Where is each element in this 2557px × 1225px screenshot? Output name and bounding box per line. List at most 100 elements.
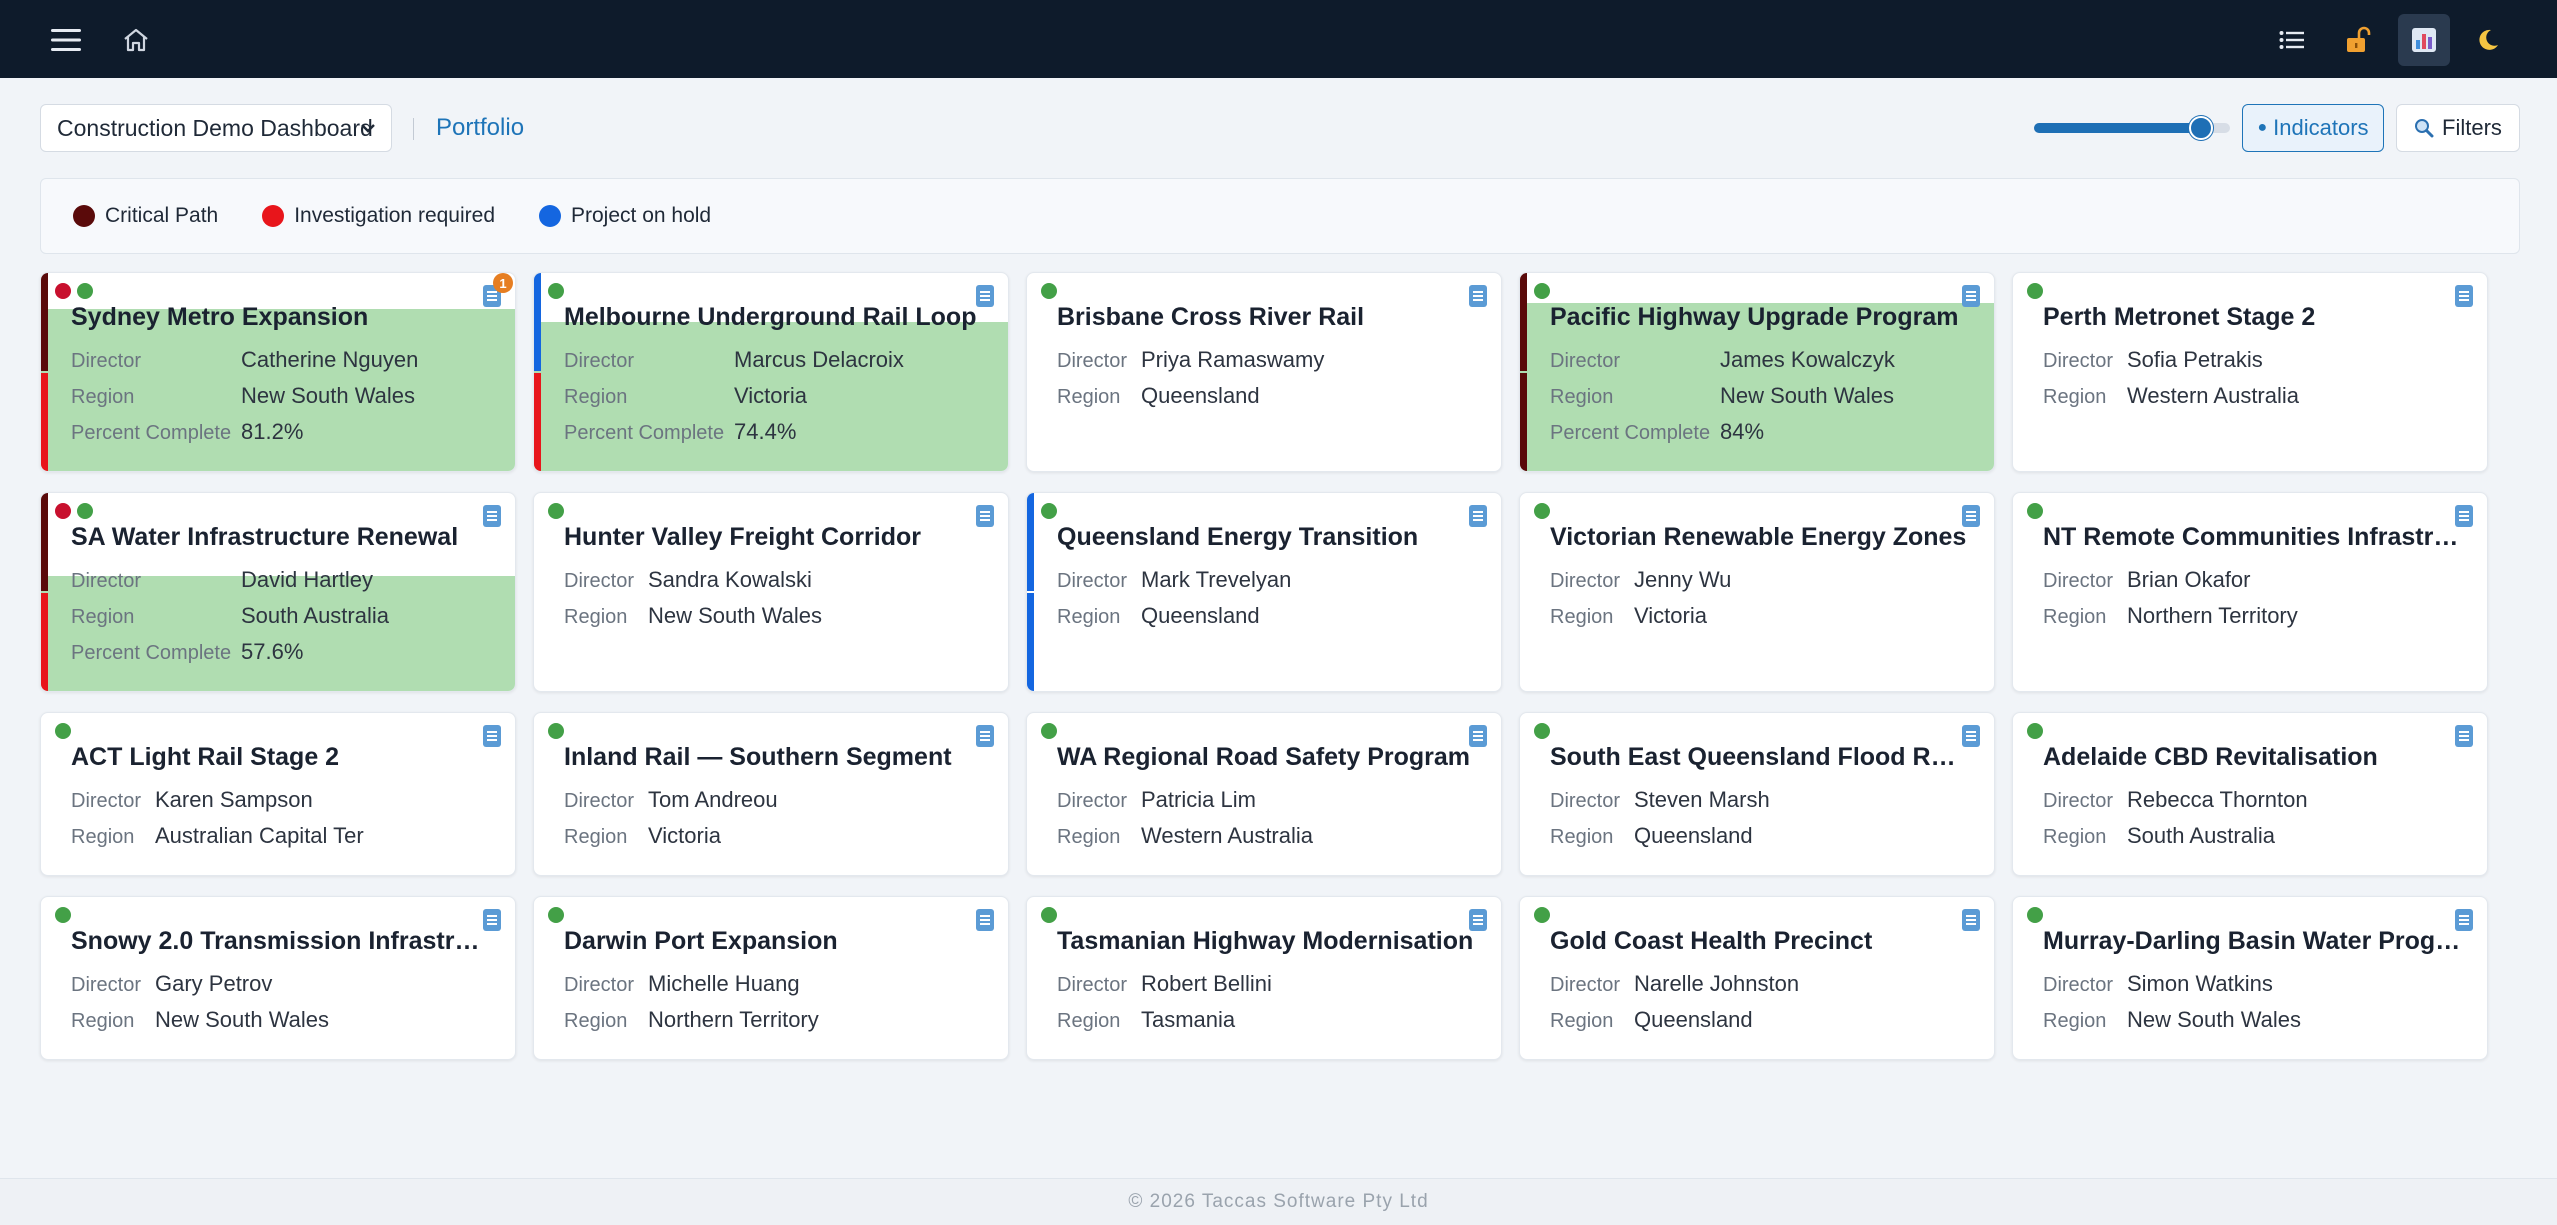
field-value: New South Wales: [2127, 1007, 2302, 1032]
project-card[interactable]: ACT Light Rail Stage 2 Director Karen Samp…: [40, 712, 516, 876]
filters-button[interactable]: Filters: [2396, 104, 2520, 152]
field-value: Catherine Nguyen: [241, 347, 419, 372]
project-title[interactable]: Sydney Metro Expansion: [71, 303, 489, 332]
field-row-director: Director Rebecca Thornton: [2043, 787, 2308, 813]
project-title[interactable]: South East Queensland Flood Reco...: [1550, 743, 1968, 772]
project-title[interactable]: Queensland Energy Transition: [1057, 523, 1475, 552]
project-title[interactable]: Melbourne Underground Rail Loop: [564, 303, 982, 332]
status-dot: [1534, 503, 1550, 519]
field-value: Queensland: [1634, 1007, 1753, 1032]
field-value: Western Australia: [2127, 383, 2300, 408]
project-card[interactable]: NT Remote Communities Infrastruc... Direc…: [2012, 492, 2488, 692]
dashboard-select[interactable]: Construction Demo Dashboard: [40, 104, 392, 152]
field-row-percent: Percent Complete 81.2%: [71, 419, 303, 445]
project-title[interactable]: NT Remote Communities Infrastruc...: [2043, 523, 2461, 552]
field-label: Region: [1550, 1010, 1614, 1032]
field-value: Sofia Petrakis: [2127, 347, 2263, 372]
field-label: Percent Complete: [1550, 422, 1711, 444]
field-value: Tasmania: [1141, 1007, 1236, 1032]
project-card[interactable]: Murray-Darling Basin Water Program Direct…: [2012, 896, 2488, 1060]
status-dot: [55, 283, 71, 299]
project-card[interactable]: Melbourne Underground Rail Loop Director M…: [533, 272, 1009, 472]
slider-handle[interactable]: [2189, 116, 2213, 140]
status-dots: [1041, 723, 1057, 739]
project-title[interactable]: WA Regional Road Safety Program: [1057, 743, 1475, 772]
project-title[interactable]: Brisbane Cross River Rail: [1057, 303, 1475, 332]
field-value: Steven Marsh: [1634, 787, 1770, 812]
project-title[interactable]: Pacific Highway Upgrade Program: [1550, 303, 1968, 332]
project-card[interactable]: 1 Sydney Metro Expansion Director Catherine…: [40, 272, 516, 472]
field-row-director: Director Mark Trevelyan: [1057, 567, 1291, 593]
project-card[interactable]: Tasmanian Highway Modernisation Director R…: [1026, 896, 1502, 1060]
field-value: Gary Petrov: [155, 971, 273, 996]
home-icon[interactable]: [110, 14, 162, 66]
project-card[interactable]: Adelaide CBD Revitalisation Director Rebec…: [2012, 712, 2488, 876]
project-card[interactable]: Queensland Energy Transition Director Mark…: [1026, 492, 1502, 692]
project-card[interactable]: Pacific Highway Upgrade Program Director J…: [1519, 272, 1995, 472]
status-dots: [2027, 503, 2043, 519]
unlock-icon[interactable]: [2332, 14, 2384, 66]
project-card[interactable]: Hunter Valley Freight Corridor Director Sa…: [533, 492, 1009, 692]
moon-icon[interactable]: [2466, 14, 2518, 66]
slider-fill: [2034, 123, 2201, 133]
project-title[interactable]: Gold Coast Health Precinct: [1550, 927, 1968, 956]
field-value: New South Wales: [241, 383, 416, 408]
status-dots: [55, 907, 71, 923]
field-label: Director: [1550, 974, 1621, 996]
status-dot: [548, 723, 564, 739]
project-card[interactable]: Gold Coast Health Precinct Director Narell…: [1519, 896, 1995, 1060]
list-icon[interactable]: [2266, 14, 2318, 66]
project-card[interactable]: SA Water Infrastructure Renewal Director D…: [40, 492, 516, 692]
field-value: David Hartley: [241, 567, 374, 592]
project-card[interactable]: Victorian Renewable Energy Zones Director…: [1519, 492, 1995, 692]
hamburger-menu-icon[interactable]: [40, 14, 92, 66]
project-card[interactable]: Perth Metronet Stage 2 Director Sofia Petr…: [2012, 272, 2488, 472]
field-row-director: Director Brian Okafor: [2043, 567, 2251, 593]
field-value: South Australia: [241, 603, 389, 628]
status-dot: [2027, 723, 2043, 739]
project-card[interactable]: WA Regional Road Safety Program Director P…: [1026, 712, 1502, 876]
field-row-region: Region Australian Capital Ter: [71, 823, 364, 849]
project-title[interactable]: Tasmanian Highway Modernisation: [1057, 927, 1475, 956]
project-card[interactable]: Snowy 2.0 Transmission Infrastruct... Dir…: [40, 896, 516, 1060]
project-title[interactable]: Inland Rail — Southern Segment: [564, 743, 982, 772]
field-row-region: Region New South Wales: [2043, 1007, 2301, 1033]
breadcrumb-portfolio[interactable]: Portfolio: [436, 114, 524, 142]
project-card[interactable]: Inland Rail — Southern Segment Director To…: [533, 712, 1009, 876]
field-row-director: Director James Kowalczyk: [1550, 347, 1895, 373]
field-row-director: Director Sofia Petrakis: [2043, 347, 2263, 373]
field-value: New South Wales: [155, 1007, 330, 1032]
project-card[interactable]: Brisbane Cross River Rail Director Priya R…: [1026, 272, 1502, 472]
project-title[interactable]: SA Water Infrastructure Renewal: [71, 523, 489, 552]
project-title[interactable]: Hunter Valley Freight Corridor: [564, 523, 982, 552]
project-title[interactable]: Darwin Port Expansion: [564, 927, 982, 956]
status-stripe-top: [41, 493, 48, 591]
project-card[interactable]: Darwin Port Expansion Director Michelle Hu…: [533, 896, 1009, 1060]
project-title[interactable]: Victorian Renewable Energy Zones: [1550, 523, 1968, 552]
project-title[interactable]: Snowy 2.0 Transmission Infrastruct...: [71, 927, 489, 956]
project-title[interactable]: Perth Metronet Stage 2: [2043, 303, 2461, 332]
field-label: Director: [71, 974, 142, 996]
field-value: Australian Capital Ter: [155, 823, 364, 848]
field-label: Director: [1057, 350, 1128, 372]
field-label: Director: [71, 790, 142, 812]
project-card[interactable]: South East Queensland Flood Reco... Direc…: [1519, 712, 1995, 876]
project-title[interactable]: Murray-Darling Basin Water Program: [2043, 927, 2461, 956]
field-row-director: Director Priya Ramaswamy: [1057, 347, 1324, 373]
field-row-director: Director Marcus Delacroix: [564, 347, 904, 373]
status-dots: [2027, 283, 2043, 299]
status-dot: [1041, 283, 1057, 299]
status-stripe-bottom: [534, 373, 541, 471]
field-label: Region: [1550, 606, 1614, 628]
status-dots: [548, 907, 564, 923]
project-title[interactable]: Adelaide CBD Revitalisation: [2043, 743, 2461, 772]
indicators-button[interactable]: ● Indicators: [2242, 104, 2384, 152]
status-dots: [548, 723, 564, 739]
field-label: Region: [1057, 606, 1121, 628]
zoom-slider[interactable]: [2034, 116, 2230, 140]
field-row-region: Region Victoria: [1550, 603, 1707, 629]
status-dot: [55, 723, 71, 739]
chart-icon[interactable]: [2398, 14, 2450, 66]
field-value: 74.4%: [734, 419, 797, 444]
project-title[interactable]: ACT Light Rail Stage 2: [71, 743, 489, 772]
